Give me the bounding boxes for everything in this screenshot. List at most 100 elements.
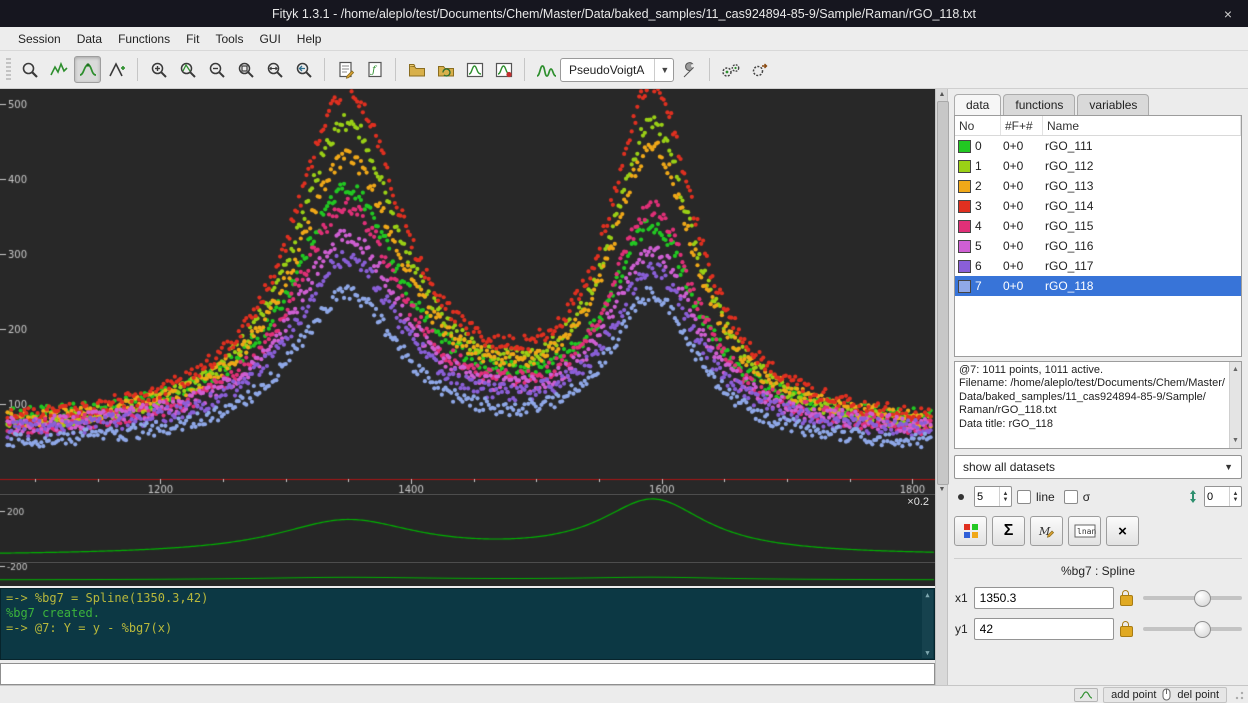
dataset-color-swatch[interactable] — [958, 240, 971, 253]
param-x1-slider[interactable] — [1143, 596, 1242, 600]
data-range-mode-button[interactable] — [45, 56, 72, 83]
dataset-row[interactable]: 4 0+0 rGO_115 — [955, 216, 1241, 236]
line-checkbox[interactable] — [1017, 490, 1031, 504]
toolbar-separator — [395, 58, 396, 81]
point-size-spinner[interactable]: ▲▼ — [974, 486, 1012, 507]
menu-session[interactable]: Session — [10, 29, 69, 49]
chevron-down-icon: ▼ — [654, 59, 669, 81]
dataset-row[interactable]: 2 0+0 rGO_113 — [955, 176, 1241, 196]
sidebar: data functions variables No #F+# Name 0 … — [948, 89, 1248, 685]
console-line: =-> @7: Y = y - %bg7(x) — [6, 621, 929, 636]
menu-gui[interactable]: GUI — [251, 29, 288, 49]
menu-data[interactable]: Data — [69, 29, 110, 49]
info-line: Data/baked_samples/11_cas924894-85-9/Sam… — [959, 391, 1227, 404]
status-config-button[interactable] — [1074, 688, 1098, 702]
function-type-combo[interactable]: PseudoVoigtA ▼ — [560, 58, 674, 82]
aux-plot-1-canvas[interactable] — [0, 495, 935, 562]
aux-plot-2-canvas[interactable] — [0, 563, 935, 586]
sigma-icon: Σ — [1004, 522, 1014, 540]
menu-help[interactable]: Help — [289, 29, 330, 49]
definitions-button[interactable]: ƒ — [361, 56, 388, 83]
zoom-previous-button[interactable] — [290, 56, 317, 83]
zoom-out-button[interactable] — [203, 56, 230, 83]
col-no[interactable]: No — [955, 116, 1001, 135]
menu-tools[interactable]: Tools — [207, 29, 251, 49]
data-editor-button[interactable] — [461, 56, 488, 83]
data-points-icon — [49, 60, 69, 80]
run-fit-button[interactable] — [717, 56, 744, 83]
script-editor-button[interactable] — [332, 56, 359, 83]
reload-data-button[interactable] — [432, 56, 459, 83]
close-window-icon[interactable]: × — [1220, 0, 1236, 27]
add-peak-mode-button[interactable] — [103, 56, 130, 83]
spinner-arrows-icon[interactable]: ▲▼ — [999, 487, 1011, 506]
datasets-filter-value: show all datasets — [963, 460, 1055, 474]
param-x1-input[interactable] — [974, 587, 1114, 609]
col-functions[interactable]: #F+# — [1001, 116, 1043, 135]
auto-add-peak-button[interactable] — [532, 56, 559, 83]
zoom-horizontal-button[interactable] — [261, 56, 288, 83]
dataset-row[interactable]: 3 0+0 rGO_114 — [955, 196, 1241, 216]
zoom-data-button[interactable] — [174, 56, 201, 83]
toolbar-separator — [709, 58, 710, 81]
dataset-colors-button[interactable] — [954, 516, 987, 546]
menubar: Session Data Functions Fit Tools GUI Hel… — [0, 27, 1248, 51]
slider-thumb[interactable] — [1194, 590, 1211, 607]
dataset-color-swatch[interactable] — [958, 260, 971, 273]
dataset-color-swatch[interactable] — [958, 160, 971, 173]
scrollbar-thumb[interactable] — [937, 101, 949, 485]
point-size-value[interactable] — [975, 487, 999, 506]
command-input[interactable] — [0, 663, 935, 685]
col-name[interactable]: Name — [1043, 116, 1241, 135]
data-transform-button[interactable]: M — [1030, 516, 1063, 546]
lnan-button[interactable]: lnan — [1068, 516, 1101, 546]
baseline-mode-button[interactable] — [74, 56, 101, 83]
zoom-all-button[interactable] — [232, 56, 259, 83]
spinner-arrows-icon[interactable]: ▲▼ — [1229, 487, 1241, 506]
dataset-color-swatch[interactable] — [958, 220, 971, 233]
console-scrollbar[interactable]: ▲▼ — [922, 590, 933, 658]
dataset-row[interactable]: 1 0+0 rGO_112 — [955, 156, 1241, 176]
shift-value[interactable] — [1205, 487, 1229, 506]
info-scrollbar[interactable]: ▲▼ — [1229, 362, 1241, 448]
zoom-mode-button[interactable] — [16, 56, 43, 83]
open-data-button[interactable] — [403, 56, 430, 83]
resize-grip[interactable] — [1232, 688, 1245, 701]
export-plot-button[interactable] — [490, 56, 517, 83]
param-y1-slider[interactable] — [1143, 627, 1242, 631]
slider-thumb[interactable] — [1194, 621, 1211, 638]
delete-dataset-button[interactable]: × — [1106, 516, 1139, 546]
tab-data[interactable]: data — [954, 94, 1001, 115]
main-plot-canvas[interactable] — [0, 89, 935, 494]
sum-button[interactable]: Σ — [992, 516, 1025, 546]
scroll-down-icon[interactable]: ▼ — [937, 486, 947, 493]
zoom-in-button[interactable] — [145, 56, 172, 83]
lock-icon[interactable] — [1120, 626, 1133, 637]
settings-wrench-button[interactable] — [675, 56, 702, 83]
param-y1-input[interactable] — [974, 618, 1114, 640]
dataset-row[interactable]: 6 0+0 rGO_117 — [955, 256, 1241, 276]
dataset-row[interactable]: 0 0+0 rGO_111 — [955, 136, 1241, 156]
dataset-color-swatch[interactable] — [958, 180, 971, 193]
menu-fit[interactable]: Fit — [178, 29, 207, 49]
dataset-color-swatch[interactable] — [958, 140, 971, 153]
scroll-up-icon: ▲ — [1232, 363, 1239, 376]
lock-icon[interactable] — [1120, 595, 1133, 606]
dataset-row-selected[interactable]: 7 0+0 rGO_118 — [955, 276, 1241, 296]
datasets-filter-dropdown[interactable]: show all datasets ▼ — [954, 455, 1242, 479]
scroll-up-icon[interactable]: ▲ — [937, 91, 947, 98]
tab-variables[interactable]: variables — [1077, 94, 1149, 115]
undo-fit-button[interactable] — [746, 56, 773, 83]
dataset-color-swatch[interactable] — [958, 280, 971, 293]
toolbar-separator — [524, 58, 525, 81]
sigma-checkbox[interactable] — [1064, 490, 1078, 504]
shift-spinner[interactable]: ▲▼ — [1204, 486, 1242, 507]
dataset-color-swatch[interactable] — [958, 200, 971, 213]
transform-edit-icon: M — [1038, 523, 1056, 539]
zoom-in-icon — [149, 60, 169, 80]
menu-functions[interactable]: Functions — [110, 29, 178, 49]
dataset-row[interactable]: 5 0+0 rGO_116 — [955, 236, 1241, 256]
plot-scrollbar[interactable]: ▲ ▼ — [935, 89, 948, 685]
tab-functions[interactable]: functions — [1003, 94, 1075, 115]
console-line: =-> %bg7 = Spline(1350.3,42) — [6, 591, 929, 606]
